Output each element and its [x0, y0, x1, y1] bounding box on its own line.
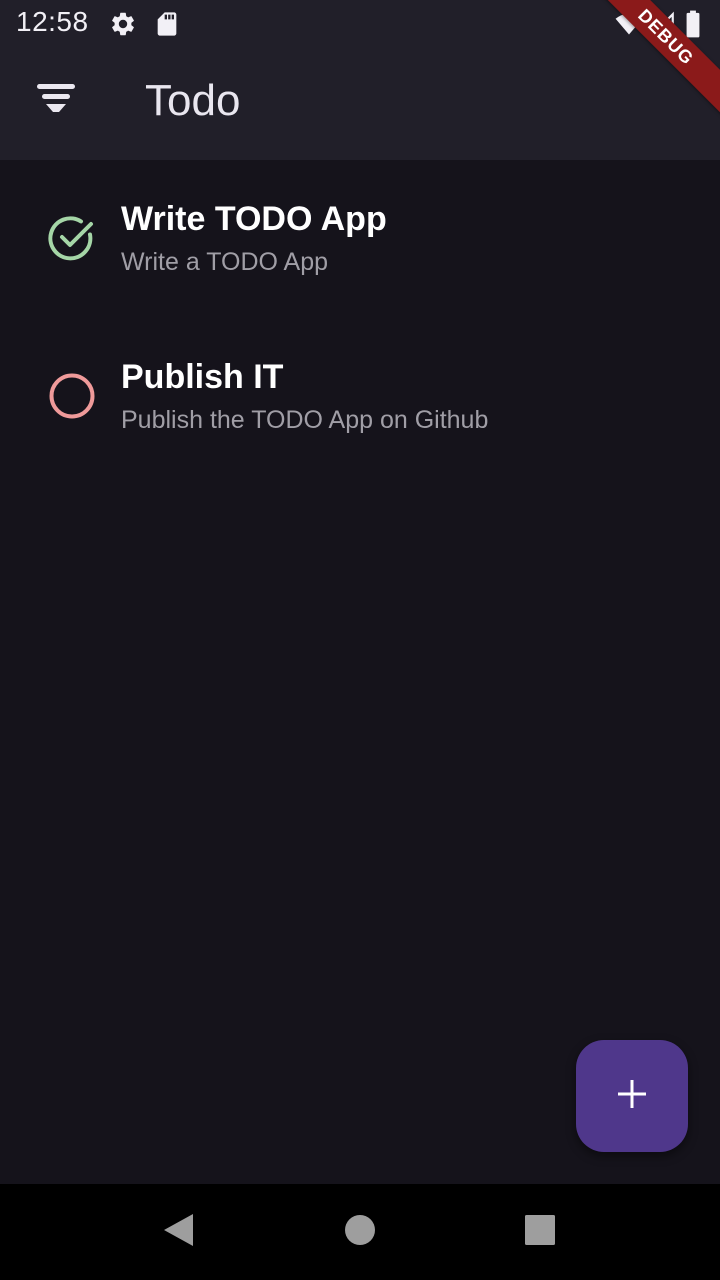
battery-icon	[684, 10, 704, 38]
list-item[interactable]: Publish IT Publish the TODO App on Githu…	[0, 318, 720, 476]
todo-list: Write TODO App Write a TODO App Publish …	[0, 160, 720, 476]
add-todo-button[interactable]	[576, 1040, 688, 1152]
todo-subtitle: Publish the TODO App on Github	[121, 406, 489, 434]
status-time: 12:58	[16, 6, 89, 37]
home-button[interactable]	[332, 1204, 388, 1260]
filter-icon	[36, 82, 76, 123]
plus-icon	[616, 1078, 648, 1115]
app-header: 12:58 Todo DEBUG	[0, 0, 720, 160]
page-title: Todo	[145, 76, 241, 125]
back-button[interactable]	[150, 1204, 206, 1260]
sd-card-icon	[153, 10, 181, 38]
filter-menu-button[interactable]	[24, 70, 88, 134]
todo-subtitle: Write a TODO App	[121, 248, 329, 276]
recents-button[interactable]	[512, 1204, 568, 1260]
gear-icon	[109, 10, 137, 38]
list-item[interactable]: Write TODO App Write a TODO App	[0, 160, 720, 318]
status-bar: 12:58	[0, 0, 720, 48]
recents-icon	[525, 1214, 555, 1250]
toolbar: Todo	[0, 48, 720, 160]
home-icon	[344, 1214, 376, 1251]
todo-title: Publish IT	[121, 358, 284, 396]
navigation-bar	[0, 1184, 720, 1280]
check-circle-icon[interactable]	[48, 214, 96, 262]
empty-circle-icon[interactable]	[48, 372, 96, 420]
back-icon	[161, 1212, 195, 1253]
todo-title: Write TODO App	[121, 200, 387, 238]
